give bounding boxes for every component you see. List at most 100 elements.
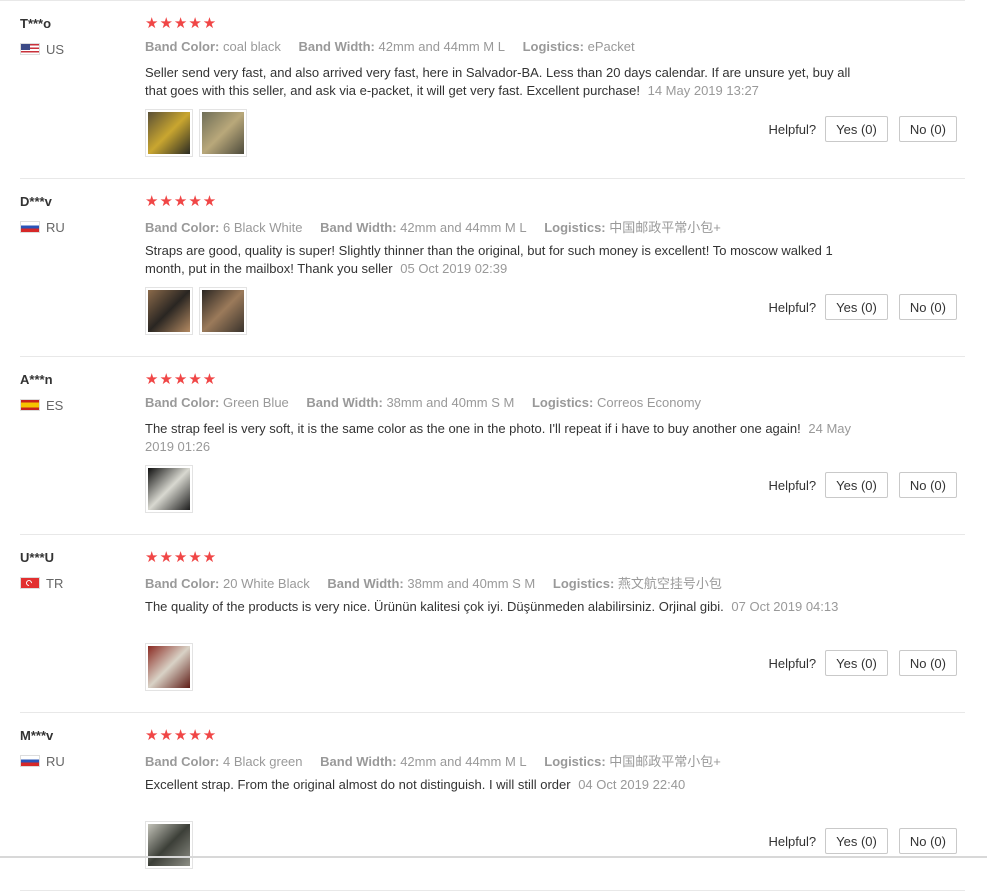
reviewer-name: M***v <box>20 728 54 743</box>
review-photo-thumbnail[interactable] <box>145 643 193 691</box>
logistics-attr: Logistics: 中国邮政平常小包+ <box>544 754 721 769</box>
logistics-value: ePacket <box>587 39 635 54</box>
band-color-label: Band Color: <box>145 576 220 591</box>
country-flag-icon <box>20 755 40 767</box>
helpful-yes-button[interactable]: Yes (0) <box>825 828 888 854</box>
logistics-label: Logistics: <box>522 39 584 54</box>
logistics-value: 燕文航空挂号小包 <box>617 576 722 591</box>
helpful-no-button[interactable]: No (0) <box>898 650 957 676</box>
review-comment: Straps are good, quality is super! Sligh… <box>145 242 860 278</box>
logistics-attr: Logistics: Correos Economy <box>532 395 701 410</box>
review-photo-thumbnail[interactable] <box>199 287 247 335</box>
helpful-vote: Helpful? Yes (0) No (0) <box>768 828 957 854</box>
review-comment: Excellent strap. From the original almos… <box>145 776 860 794</box>
review-attributes: Band Color: 6 Black White Band Width: 42… <box>145 217 735 236</box>
logistics-label: Logistics: <box>544 754 606 769</box>
band-width-attr: Band Width: 42mm and 44mm M L <box>320 220 526 235</box>
country-code: RU <box>46 753 65 769</box>
reviewer-country: ES <box>20 398 63 413</box>
review-photos <box>145 109 247 157</box>
strap-photo <box>148 290 190 332</box>
helpful-yes-button[interactable]: Yes (0) <box>825 116 888 142</box>
band-width-attr: Band Width: 42mm and 44mm M L <box>320 754 526 769</box>
band-color-attr: Band Color: 20 White Black <box>145 576 310 591</box>
rating-stars: ★★★★★ <box>145 549 218 566</box>
band-color-attr: Band Color: Green Blue <box>145 395 289 410</box>
review-comment: The strap feel is very soft, it is the s… <box>145 420 860 456</box>
band-color-attr: Band Color: 4 Black green <box>145 754 303 769</box>
country-flag-icon <box>20 221 40 233</box>
strap-photo <box>148 646 190 688</box>
band-width-label: Band Width: <box>327 576 404 591</box>
band-color-value: coal black <box>223 39 281 54</box>
review-photo-thumbnail[interactable] <box>145 821 193 869</box>
band-width-attr: Band Width: 38mm and 40mm S M <box>327 576 535 591</box>
helpful-vote: Helpful? Yes (0) No (0) <box>768 116 957 142</box>
review-attributes: Band Color: 20 White Black Band Width: 3… <box>145 573 736 592</box>
helpful-vote: Helpful? Yes (0) No (0) <box>768 294 957 320</box>
band-width-value: 42mm and 44mm M L <box>400 754 527 769</box>
band-width-value: 42mm and 44mm M L <box>378 39 505 54</box>
strap-photo <box>202 290 244 332</box>
review-photo-thumbnail[interactable] <box>145 287 193 335</box>
band-width-label: Band Width: <box>320 754 397 769</box>
package-photo <box>148 468 190 510</box>
band-width-value: 38mm and 40mm S M <box>386 395 515 410</box>
rating-stars: ★★★★★ <box>145 727 218 744</box>
helpful-yes-button[interactable]: Yes (0) <box>825 294 888 320</box>
review-photos <box>145 465 193 513</box>
review-item: T***o US ★★★★★ Band Color: coal black Ba… <box>0 1 965 179</box>
review-attributes: Band Color: 4 Black green Band Width: 42… <box>145 751 735 770</box>
review-photos <box>145 821 193 869</box>
logistics-attr: Logistics: 燕文航空挂号小包 <box>553 576 722 591</box>
review-date: 05 Oct 2019 02:39 <box>400 261 508 276</box>
review-date: 07 Oct 2019 04:13 <box>731 599 839 614</box>
review-text: Excellent strap. From the original almos… <box>145 777 571 792</box>
helpful-no-button[interactable]: No (0) <box>898 294 957 320</box>
review-photo-thumbnail[interactable] <box>145 465 193 513</box>
band-color-value: 6 Black White <box>223 220 303 235</box>
country-flag-icon <box>20 399 40 411</box>
reviewer-country: RU <box>20 219 65 235</box>
helpful-label: Helpful? <box>768 655 817 671</box>
reviewer-country: RU <box>20 753 65 769</box>
logistics-attr: Logistics: 中国邮政平常小包+ <box>544 220 721 235</box>
review-photos <box>145 643 193 691</box>
review-photos <box>145 287 247 335</box>
helpful-vote: Helpful? Yes (0) No (0) <box>768 650 957 676</box>
review-item: M***v RU ★★★★★ Band Color: 4 Black green… <box>0 713 965 891</box>
review-comment: Seller send very fast, and also arrived … <box>145 64 860 100</box>
review-item: U***U TR ★★★★★ Band Color: 20 White Blac… <box>0 535 965 713</box>
logistics-label: Logistics: <box>544 220 606 235</box>
band-color-value: Green Blue <box>223 395 289 410</box>
country-code: TR <box>46 575 64 591</box>
logistics-attr: Logistics: ePacket <box>523 39 635 54</box>
helpful-label: Helpful? <box>768 833 817 849</box>
logistics-label: Logistics: <box>552 576 615 591</box>
helpful-no-button[interactable]: No (0) <box>898 472 957 498</box>
rating-stars: ★★★★★ <box>145 371 218 388</box>
band-width-attr: Band Width: 42mm and 44mm M L <box>298 39 504 54</box>
review-date: 04 Oct 2019 22:40 <box>578 777 686 792</box>
helpful-no-button[interactable]: No (0) <box>898 116 957 142</box>
helpful-vote: Helpful? Yes (0) No (0) <box>768 472 957 498</box>
country-flag-icon <box>20 577 40 589</box>
helpful-yes-button[interactable]: Yes (0) <box>825 650 888 676</box>
country-code: RU <box>46 219 65 235</box>
helpful-yes-button[interactable]: Yes (0) <box>825 472 888 498</box>
logistics-value: 中国邮政平常小包+ <box>609 754 721 769</box>
review-text: The quality of the products is very nice… <box>145 599 724 614</box>
review-photo-thumbnail[interactable] <box>199 109 247 157</box>
band-color-attr: Band Color: 6 Black White <box>145 220 303 235</box>
helpful-label: Helpful? <box>768 477 817 493</box>
review-photo-thumbnail[interactable] <box>145 109 193 157</box>
reviewer-name: D***v <box>20 194 52 209</box>
logistics-value: 中国邮政平常小包+ <box>609 220 721 235</box>
logistics-value: Correos Economy <box>596 395 702 410</box>
review-text: The strap feel is very soft, it is the s… <box>145 421 801 436</box>
helpful-label: Helpful? <box>768 121 817 137</box>
reviewer-name: U***U <box>20 550 54 565</box>
helpful-no-button[interactable]: No (0) <box>898 828 957 854</box>
review-attributes: Band Color: Green Blue Band Width: 38mm … <box>145 395 715 410</box>
band-color-label: Band Color: <box>145 395 220 410</box>
